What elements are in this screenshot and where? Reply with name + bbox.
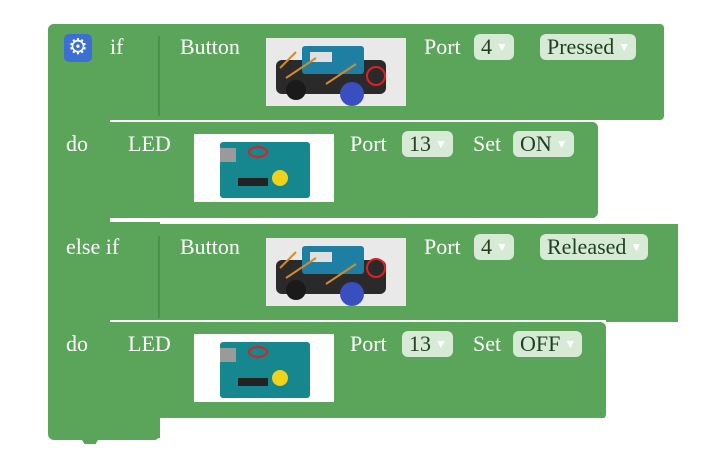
port-value: 13 <box>409 131 431 156</box>
port-dropdown[interactable]: 4 ▼ <box>474 234 514 260</box>
state-value: Released <box>547 234 627 259</box>
port-label: Port <box>350 131 387 156</box>
chevron-down-icon: ▼ <box>496 240 508 254</box>
port-dropdown[interactable]: 13 ▼ <box>402 331 453 357</box>
port-label: Port <box>424 34 461 59</box>
socket-gap <box>598 120 678 224</box>
arduino-board-photo <box>194 334 334 402</box>
robot-car-photo <box>266 38 406 106</box>
led-value: ON <box>520 131 552 156</box>
socket-gap <box>160 422 606 452</box>
state-value: Pressed <box>547 34 615 59</box>
port-label: Port <box>350 331 387 356</box>
value-dropdown[interactable]: ON ▼ <box>513 131 574 157</box>
port-dropdown[interactable]: 13 ▼ <box>402 131 453 157</box>
socket-gap <box>110 218 606 222</box>
if-block-footer <box>48 418 160 440</box>
do-label: do <box>66 131 88 156</box>
chevron-down-icon: ▼ <box>618 40 631 54</box>
led-label: LED <box>128 131 171 156</box>
do-label: do <box>66 331 88 356</box>
port-label: Port <box>424 234 461 259</box>
chevron-down-icon: ▼ <box>555 137 568 151</box>
led-label: LED <box>128 331 171 356</box>
port-value: 13 <box>409 331 431 356</box>
led-value: OFF <box>520 331 561 356</box>
if-label: if <box>110 34 124 59</box>
set-label: Set <box>473 131 502 156</box>
button-label: Button <box>180 234 240 259</box>
chevron-down-icon: ▼ <box>630 240 643 254</box>
port-value: 4 <box>481 234 492 259</box>
socket-gap <box>606 322 686 442</box>
else-if-label: else if <box>66 234 120 259</box>
gear-icon[interactable]: ⚙ <box>64 34 92 62</box>
value-dropdown[interactable]: OFF ▼ <box>513 331 583 357</box>
chevron-down-icon: ▼ <box>564 337 577 351</box>
set-label: Set <box>473 331 502 356</box>
state-dropdown[interactable]: Released ▼ <box>540 234 649 260</box>
port-dropdown[interactable]: 4 ▼ <box>474 34 514 60</box>
state-dropdown[interactable]: Pressed ▼ <box>540 34 637 60</box>
chevron-down-icon: ▼ <box>496 40 508 54</box>
chevron-down-icon: ▼ <box>435 137 447 151</box>
chevron-down-icon: ▼ <box>435 337 447 351</box>
button-label: Button <box>180 34 240 59</box>
robot-car-photo <box>266 238 406 306</box>
port-value: 4 <box>481 34 492 59</box>
arduino-board-photo <box>194 134 334 202</box>
